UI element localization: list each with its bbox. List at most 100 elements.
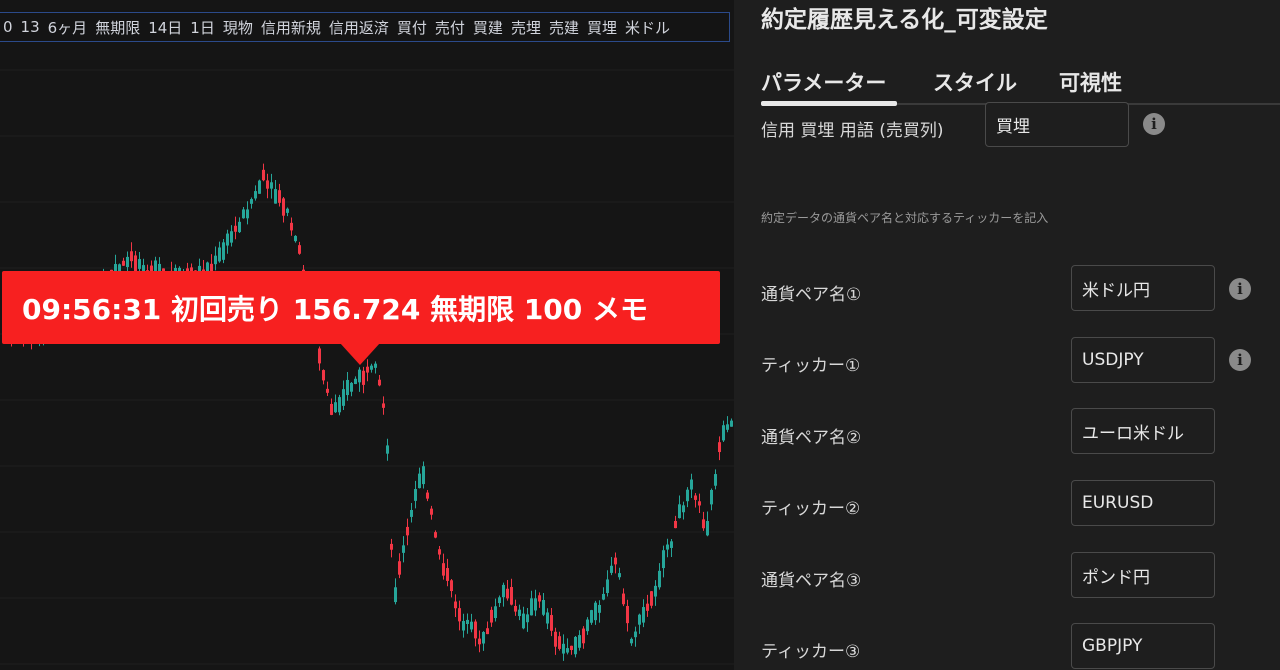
ticker-1-field[interactable] (1071, 337, 1215, 383)
toolbar-item-unlimited[interactable]: 無期限 (91, 17, 144, 38)
candle-body (382, 403, 385, 408)
tab-visibility[interactable]: 可視性 (1059, 67, 1122, 97)
row-label: 通貨ペア名① (761, 285, 862, 305)
candle-body (462, 620, 465, 631)
candle-body (390, 543, 393, 550)
candle-body (318, 348, 321, 364)
candle-body (254, 191, 257, 199)
toolbar-item-sell[interactable]: 売付 (431, 17, 469, 38)
toolbar-item-14days[interactable]: 14日 (144, 17, 186, 38)
candle-body (706, 521, 709, 536)
candle-body (594, 602, 597, 621)
row-label: ティッカー③ (761, 642, 861, 662)
candle-body (714, 474, 717, 486)
candle-body (322, 370, 325, 381)
toolbar-item-13[interactable]: 13 (17, 18, 44, 36)
currency-pair-1-field[interactable] (1071, 265, 1215, 311)
row-label: ティッカー② (761, 499, 861, 519)
candle-body (650, 591, 653, 606)
candle-body (290, 222, 293, 231)
candle-body (418, 473, 421, 489)
candle-body (522, 613, 525, 629)
section-description: 約定データの通貨ペア名と対応するティッカーを記入 (761, 211, 1049, 225)
candle-body (534, 598, 537, 611)
candle-body (582, 628, 585, 644)
candle-body (722, 425, 725, 441)
currency-pair-3-field[interactable] (1071, 552, 1215, 598)
candle-body (614, 557, 617, 565)
toolbar-item-1day[interactable]: 1日 (186, 17, 219, 38)
candle-body (122, 260, 125, 266)
candle-body (350, 382, 353, 392)
candle-body (386, 445, 389, 454)
candle-body (358, 369, 361, 383)
candle-body (222, 242, 225, 260)
candle-body (718, 442, 721, 453)
toolbar-item-buy[interactable]: 買付 (393, 17, 431, 38)
candle-body (354, 378, 357, 385)
candle-body (494, 606, 497, 619)
candle-body (410, 509, 413, 517)
toolbar-item-margin-close[interactable]: 信用返済 (325, 17, 393, 38)
candle-body (634, 631, 637, 638)
active-tab-indicator (761, 101, 897, 106)
toolbar-item-0[interactable]: 0 (0, 18, 17, 36)
ticker-3-field[interactable] (1071, 623, 1215, 669)
candle-body (218, 247, 221, 262)
buy-close-term-field[interactable] (985, 102, 1129, 147)
info-icon[interactable]: i (1229, 349, 1251, 371)
currency-pair-2-field[interactable] (1071, 408, 1215, 454)
toolbar-item-sell-open[interactable]: 売建 (545, 17, 583, 38)
candle-body (414, 489, 417, 501)
candle-body (330, 403, 333, 415)
candle-body (334, 402, 337, 413)
candle-body (262, 169, 265, 181)
toolbar-item-buy-open[interactable]: 買建 (469, 17, 507, 38)
toolbar-item-buy-close[interactable]: 買埋 (583, 17, 621, 38)
candle-body (598, 604, 601, 613)
trade-tooltip-text: 09:56:31 初回売り 156.724 無期限 100 メモ (22, 292, 649, 326)
row-label: 通貨ペア名③ (761, 571, 862, 591)
candle-body (426, 492, 429, 499)
candle-body (686, 489, 689, 502)
toolbar-item-margin-new[interactable]: 信用新規 (257, 17, 325, 38)
candle-body (470, 621, 473, 630)
top-row-label: 信用 買埋 用語 (売買列) (761, 121, 944, 141)
tab-style[interactable]: スタイル (933, 67, 1017, 97)
candle-body (478, 638, 481, 645)
candle-body (678, 504, 681, 519)
toolbar-item-usd[interactable]: 米ドル (621, 17, 674, 38)
candle-body (238, 221, 241, 233)
candle-body (658, 570, 661, 588)
candle-body (282, 198, 285, 216)
ticker-2-field[interactable] (1071, 480, 1215, 526)
candle-body (726, 424, 729, 430)
candle-body (434, 532, 437, 538)
candle-body (518, 609, 521, 617)
candle-body (214, 255, 217, 265)
tab-parameters[interactable]: パラメーター (761, 67, 886, 97)
candle-body (366, 366, 369, 373)
candle-body (234, 225, 237, 232)
candle-body (586, 619, 589, 632)
toolbar-item-spot[interactable]: 現物 (219, 17, 257, 38)
candle-body (406, 526, 409, 536)
candle-body (498, 597, 501, 604)
candle-body (602, 593, 605, 600)
candle-body (362, 370, 365, 385)
candle-body (490, 609, 493, 623)
candle-body (550, 615, 553, 631)
toolbar-item-6months[interactable]: 6ヶ月 (44, 17, 92, 38)
candle-body (506, 588, 509, 599)
candle-body (482, 632, 485, 644)
candle-body (698, 501, 701, 506)
settings-panel: 約定履歴見える化_可変設定 パラメーター スタイル 可視性 信用 買埋 用語 (… (734, 0, 1280, 670)
candle-body (450, 580, 453, 592)
candle-body (642, 607, 645, 623)
candle-body (446, 568, 449, 581)
toolbar-item-sell-close[interactable]: 売埋 (507, 17, 545, 38)
tooltip-pointer (340, 343, 380, 365)
info-icon[interactable]: i (1229, 278, 1251, 300)
chart-area[interactable]: 0 13 6ヶ月 無期限 14日 1日 現物 信用新規 信用返済 買付 売付 買… (0, 0, 734, 670)
info-icon[interactable]: i (1143, 113, 1165, 135)
